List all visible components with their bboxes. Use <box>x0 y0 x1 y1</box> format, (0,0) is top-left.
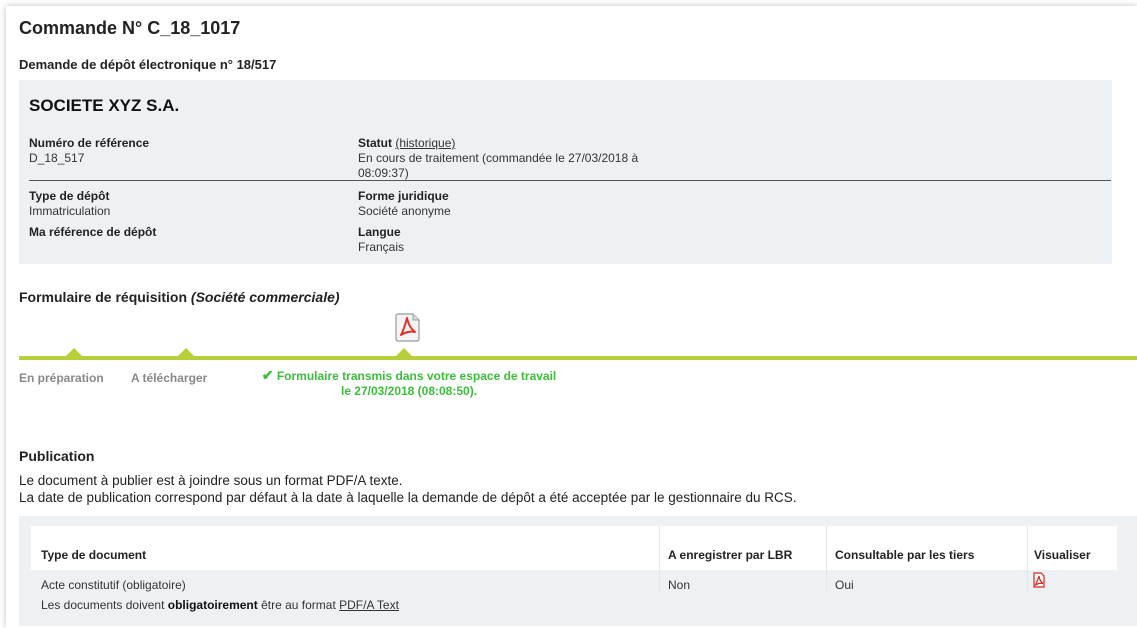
my-reference-label: Ma référence de dépôt <box>29 225 157 239</box>
pdfa-link[interactable]: PDF/A Text <box>339 598 399 612</box>
reference-value: D_18_517 <box>29 151 85 165</box>
note-bold: obligatoirement <box>167 598 258 612</box>
checkmark-icon: ✔ <box>261 367 274 383</box>
cell-third-party: Oui <box>835 578 854 592</box>
company-info-panel: SOCIETE XYZ S.A. Numéro de référence D_1… <box>19 80 1112 264</box>
legal-form-label: Forme juridique <box>358 189 449 203</box>
cell-lbr: Non <box>668 578 691 592</box>
col-view: Visualiser <box>1034 548 1091 562</box>
company-name: SOCIETE XYZ S.A. <box>29 96 180 115</box>
reference-label: Numéro de référence <box>29 136 150 150</box>
documents-table: Type de document A enregistrer par LBR C… <box>31 526 1117 592</box>
deposit-type-value: Immatriculation <box>29 204 111 218</box>
form-title-text: Formulaire de réquisition <box>19 289 191 305</box>
step-marker <box>178 348 194 356</box>
step-marker <box>66 348 82 356</box>
divider <box>29 180 1111 181</box>
format-note: Les documents doivent obligatoirement êt… <box>41 598 399 612</box>
progress-track <box>19 356 1137 360</box>
reference-field: Numéro de référence D_18_517 <box>29 136 149 166</box>
language-value: Français <box>358 240 405 254</box>
deposit-type-field: Type de dépôt Immatriculation <box>29 189 110 219</box>
step-transmitted: ✔ Formulaire transmis dans votre espace … <box>249 368 569 399</box>
documents-panel: Type de document A enregistrer par LBR C… <box>19 516 1137 626</box>
col-third-party: Consultable par les tiers <box>835 548 975 562</box>
status-value: En cours de traitement (commandée le 27/… <box>358 151 639 180</box>
form-title-italic: (Société commerciale) <box>190 289 340 305</box>
step-download: A télécharger <box>131 371 208 385</box>
request-title: Demande de dépôt électronique n° 18/517 <box>19 57 277 72</box>
publication-line1: Le document à publier est à joindre sous… <box>19 473 403 488</box>
form-title: Formulaire de réquisition (Société comme… <box>19 289 340 305</box>
deposit-type-label: Type de dépôt <box>29 189 110 203</box>
legal-form-field: Forme juridique Société anonyme <box>358 189 451 219</box>
pdf-icon[interactable] <box>392 312 422 342</box>
step-transmitted-line1: Formulaire transmis dans votre espace de… <box>276 369 557 383</box>
order-title: Commande N° C_18_1017 <box>19 18 241 38</box>
step-transmitted-line2: le 27/03/2018 (08:08:50). <box>340 384 478 398</box>
col-lbr: A enregistrer par LBR <box>668 548 793 562</box>
pdf-icon[interactable] <box>1032 572 1046 588</box>
status-field: Statut (historique) En cours de traiteme… <box>358 136 688 181</box>
history-link[interactable]: (historique) <box>395 136 455 150</box>
language-label: Langue <box>358 225 401 239</box>
publication-text: Le document à publier est à joindre sous… <box>19 472 797 506</box>
step-marker-current <box>396 348 412 356</box>
status-label: Statut <box>358 136 392 150</box>
step-preparation: En préparation <box>19 371 104 385</box>
publication-title: Publication <box>19 448 95 464</box>
language-field: Langue Français <box>358 225 404 255</box>
cell-document-type: Acte constitutif (obligatoire) <box>41 578 186 592</box>
page: Commande N° C_18_1017 Demande de dépôt é… <box>6 6 1137 628</box>
legal-form-value: Société anonyme <box>358 204 451 218</box>
my-reference-field: Ma référence de dépôt <box>29 225 156 240</box>
table-row <box>31 570 1117 592</box>
publication-line2: La date de publication correspond par dé… <box>19 490 797 505</box>
col-document-type: Type de document <box>41 548 147 562</box>
